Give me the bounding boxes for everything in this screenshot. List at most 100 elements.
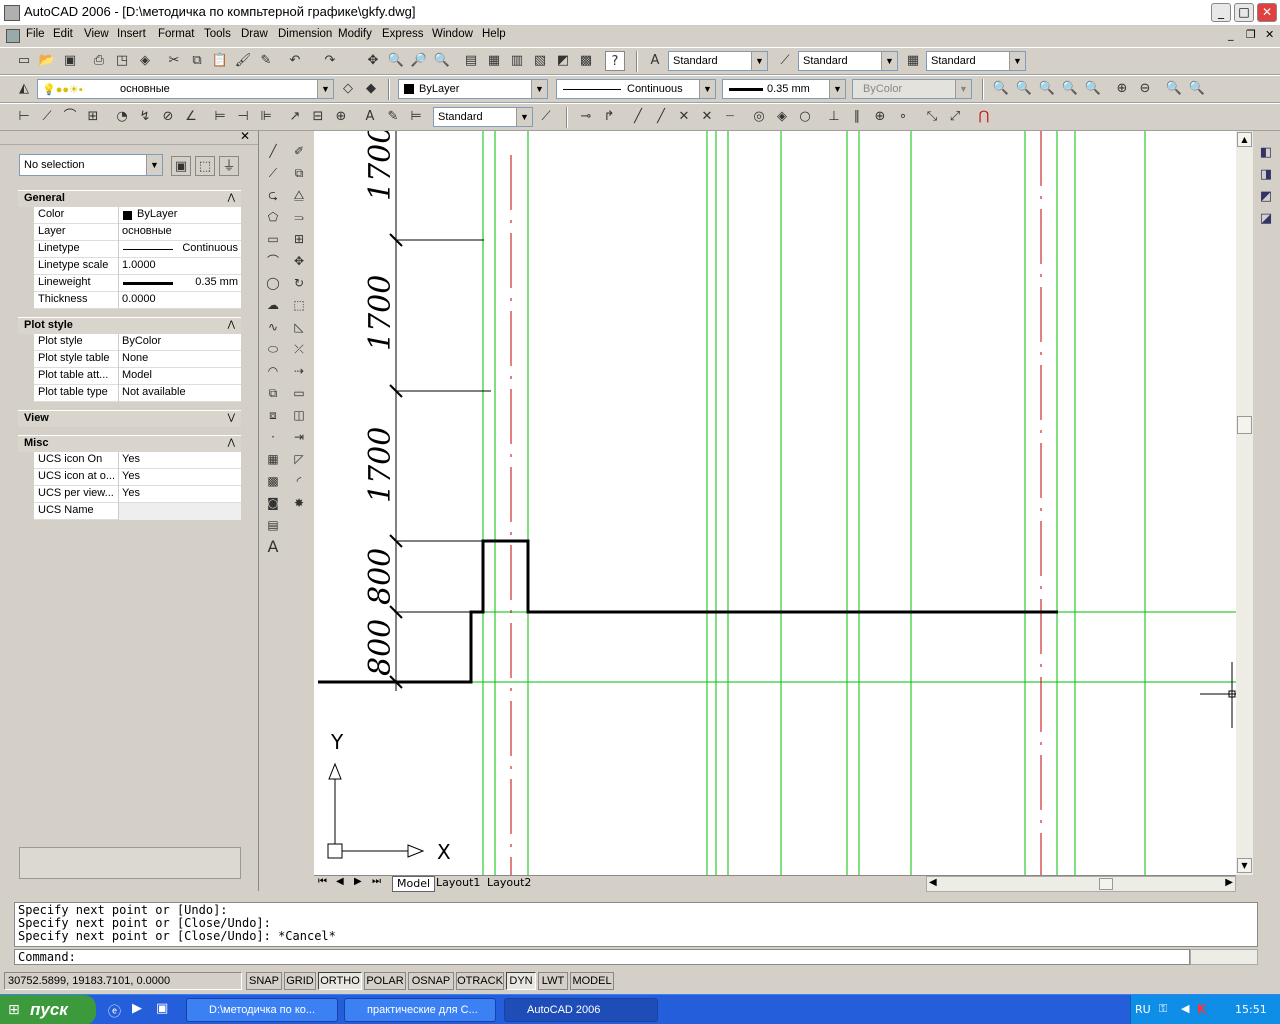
extend-icon[interactable]: ⇢ — [289, 361, 309, 381]
dim-update-icon[interactable]: ⊨ — [406, 107, 426, 127]
model-toggle[interactable]: MODEL — [570, 972, 614, 990]
otrack-toggle[interactable]: OTRACK — [456, 972, 504, 990]
lineweight-select[interactable]: 0.35 mm ▼ — [722, 79, 846, 99]
new-icon[interactable]: ▭ — [14, 51, 34, 71]
linear-dim-icon[interactable]: ⊢ — [14, 107, 34, 127]
zoom-realtime-icon[interactable]: 🔍 — [386, 51, 406, 71]
doc-close-icon[interactable]: ✕ — [1265, 28, 1274, 41]
snap-center-icon[interactable]: ◎ — [749, 107, 769, 127]
draworder-back-icon[interactable]: ◨ — [1256, 165, 1276, 185]
open-icon[interactable]: 📂 — [37, 51, 57, 71]
tray-arrow-icon[interactable]: ◀ — [1181, 1002, 1189, 1015]
coordinates-readout[interactable]: 30752.5899, 19183.7101, 0.0000 — [4, 972, 242, 990]
polar-toggle[interactable]: POLAR — [364, 972, 406, 990]
zoom-dynamic-icon[interactable]: 🔍 — [1037, 79, 1057, 99]
undo-icon[interactable]: ↶ — [285, 51, 305, 71]
menu-window[interactable]: Window — [432, 28, 473, 40]
command-input[interactable]: Command: — [14, 949, 1190, 965]
quick-leader-icon[interactable]: ↗ — [285, 107, 305, 127]
antivirus-icon[interactable]: K — [1197, 1002, 1206, 1016]
draworder-front-icon[interactable]: ◧ — [1256, 143, 1276, 163]
zoom-all-icon[interactable]: 🔍 — [1164, 79, 1184, 99]
general-section-header[interactable]: General ⋀ — [18, 190, 241, 207]
scroll-down-icon[interactable]: ▼ — [1237, 858, 1252, 873]
prop-row-thickness[interactable]: Thickness 0.0000 — [34, 292, 241, 309]
prop-row-plot-style[interactable]: Plot style ByColor — [34, 334, 241, 351]
polyline-icon[interactable]: ⮎ — [263, 185, 283, 205]
toggle-pickadd-icon[interactable]: ▣ — [171, 156, 191, 176]
plot-section-header[interactable]: Plot style ⋀ — [18, 317, 241, 334]
zoom-in-icon[interactable]: 🔍 — [991, 79, 1011, 99]
ordinate-dim-icon[interactable]: ⊞ — [83, 107, 103, 127]
dim-style-icon[interactable]: ⟋ — [775, 51, 795, 71]
menu-dimension[interactable]: Dimension — [278, 28, 332, 40]
quick-select-icon[interactable]: ⏚ — [219, 156, 239, 176]
quick-dim-icon[interactable]: ⊨ — [210, 107, 230, 127]
center-mark-icon[interactable]: ⊕ — [331, 107, 351, 127]
prop-row-ucs-per-view[interactable]: UCS per view... Yes — [34, 486, 241, 503]
task-explorer[interactable]: D:\методичка по ко... — [186, 998, 338, 1022]
table-style-icon[interactable]: ▦ — [903, 51, 923, 71]
snap-intersection-icon[interactable]: ✕ — [674, 107, 694, 127]
multiline-text-icon[interactable]: A — [263, 537, 283, 557]
calculator-icon[interactable]: ▩ — [576, 51, 596, 71]
radius-dim-icon[interactable]: ◔ — [112, 107, 132, 127]
show-desktop-icon[interactable]: ▣ — [156, 1001, 168, 1016]
lwt-toggle[interactable]: LWT — [538, 972, 568, 990]
prop-row-ucs-name[interactable]: UCS Name — [34, 503, 241, 520]
mirror-icon[interactable]: ⧋ — [289, 185, 309, 205]
command-hscroll[interactable] — [1190, 949, 1258, 965]
maximize-button[interactable]: □ — [1234, 3, 1254, 22]
vertical-scrollbar[interactable]: ▲ ▼ — [1236, 131, 1253, 875]
linetype-select[interactable]: Continuous ▼ — [556, 79, 716, 99]
fillet-icon[interactable]: ◜ — [289, 471, 309, 491]
menu-draw[interactable]: Draw — [241, 28, 268, 40]
construction-line-icon[interactable]: ⟋ — [263, 163, 283, 183]
zoom-minus-icon[interactable]: ⊖ — [1135, 79, 1155, 99]
prop-row-ucs-icon-origin[interactable]: UCS icon at o... Yes — [34, 469, 241, 486]
angular-dim-icon[interactable]: ∠ — [181, 107, 201, 127]
menu-edit[interactable]: Edit — [53, 28, 73, 40]
scroll-thumb[interactable] — [1237, 416, 1252, 434]
menu-help[interactable]: Help — [482, 28, 506, 40]
view-section-header[interactable]: View ⋁ — [18, 410, 241, 427]
misc-section-header[interactable]: Misc ⋀ — [18, 435, 241, 452]
tab-layout2[interactable]: Layout2 — [487, 876, 531, 889]
move-icon[interactable]: ✥ — [289, 251, 309, 271]
block-editor-icon[interactable]: ✎ — [256, 51, 276, 71]
zoom-scale-icon[interactable]: 🔍 — [1060, 79, 1080, 99]
match-properties-icon[interactable]: 🖌 — [233, 51, 253, 71]
menu-modify[interactable]: Modify — [338, 28, 372, 40]
snap-from-icon[interactable]: ↱ — [599, 107, 619, 127]
arc-icon[interactable]: ⌒ — [263, 251, 283, 271]
rectangle-icon[interactable]: ▭ — [263, 229, 283, 249]
osnap-toggle[interactable]: OSNAP — [408, 972, 454, 990]
zoom-extents-icon[interactable]: 🔍 — [1187, 79, 1207, 99]
table-icon[interactable]: ▤ — [263, 515, 283, 535]
select-objects-icon[interactable]: ⬚ — [195, 156, 215, 176]
zoom-window-icon[interactable]: 🔎 — [409, 51, 429, 71]
explode-icon[interactable]: ✸ — [289, 493, 309, 513]
menu-insert[interactable]: Insert — [117, 28, 146, 40]
plot-icon[interactable]: ⎙ — [89, 51, 109, 71]
snap-node-icon[interactable]: ∘ — [893, 107, 913, 127]
region-icon[interactable]: ◙ — [263, 493, 283, 513]
aligned-dim-icon[interactable]: ⟋ — [37, 107, 57, 127]
menu-tools[interactable]: Tools — [204, 28, 231, 40]
snap-insert-icon[interactable]: ⊕ — [870, 107, 890, 127]
scale-icon[interactable]: ⬚ — [289, 295, 309, 315]
revision-cloud-icon[interactable]: ☁ — [263, 295, 283, 315]
draworder-above-icon[interactable]: ◩ — [1256, 187, 1276, 207]
offset-icon[interactable]: ⥰ — [289, 207, 309, 227]
spline-icon[interactable]: ∿ — [263, 317, 283, 337]
paste-icon[interactable]: 📋 — [210, 51, 230, 71]
clock[interactable]: 15:51 — [1235, 1003, 1267, 1016]
tool-palettes-icon[interactable]: ▥ — [507, 51, 527, 71]
tab-layout1[interactable]: Layout1 — [436, 876, 480, 889]
arc-length-icon[interactable]: ⌒ — [60, 107, 80, 127]
hscroll-left-icon[interactable]: ◀ — [929, 877, 937, 888]
polygon-icon[interactable]: ⬠ — [263, 207, 283, 227]
zoom-window2-icon[interactable]: 🔍 — [1014, 79, 1034, 99]
hatch-icon[interactable]: ▦ — [263, 449, 283, 469]
layer-select[interactable]: 💡●●☀▪ основные ▼ — [37, 79, 334, 99]
